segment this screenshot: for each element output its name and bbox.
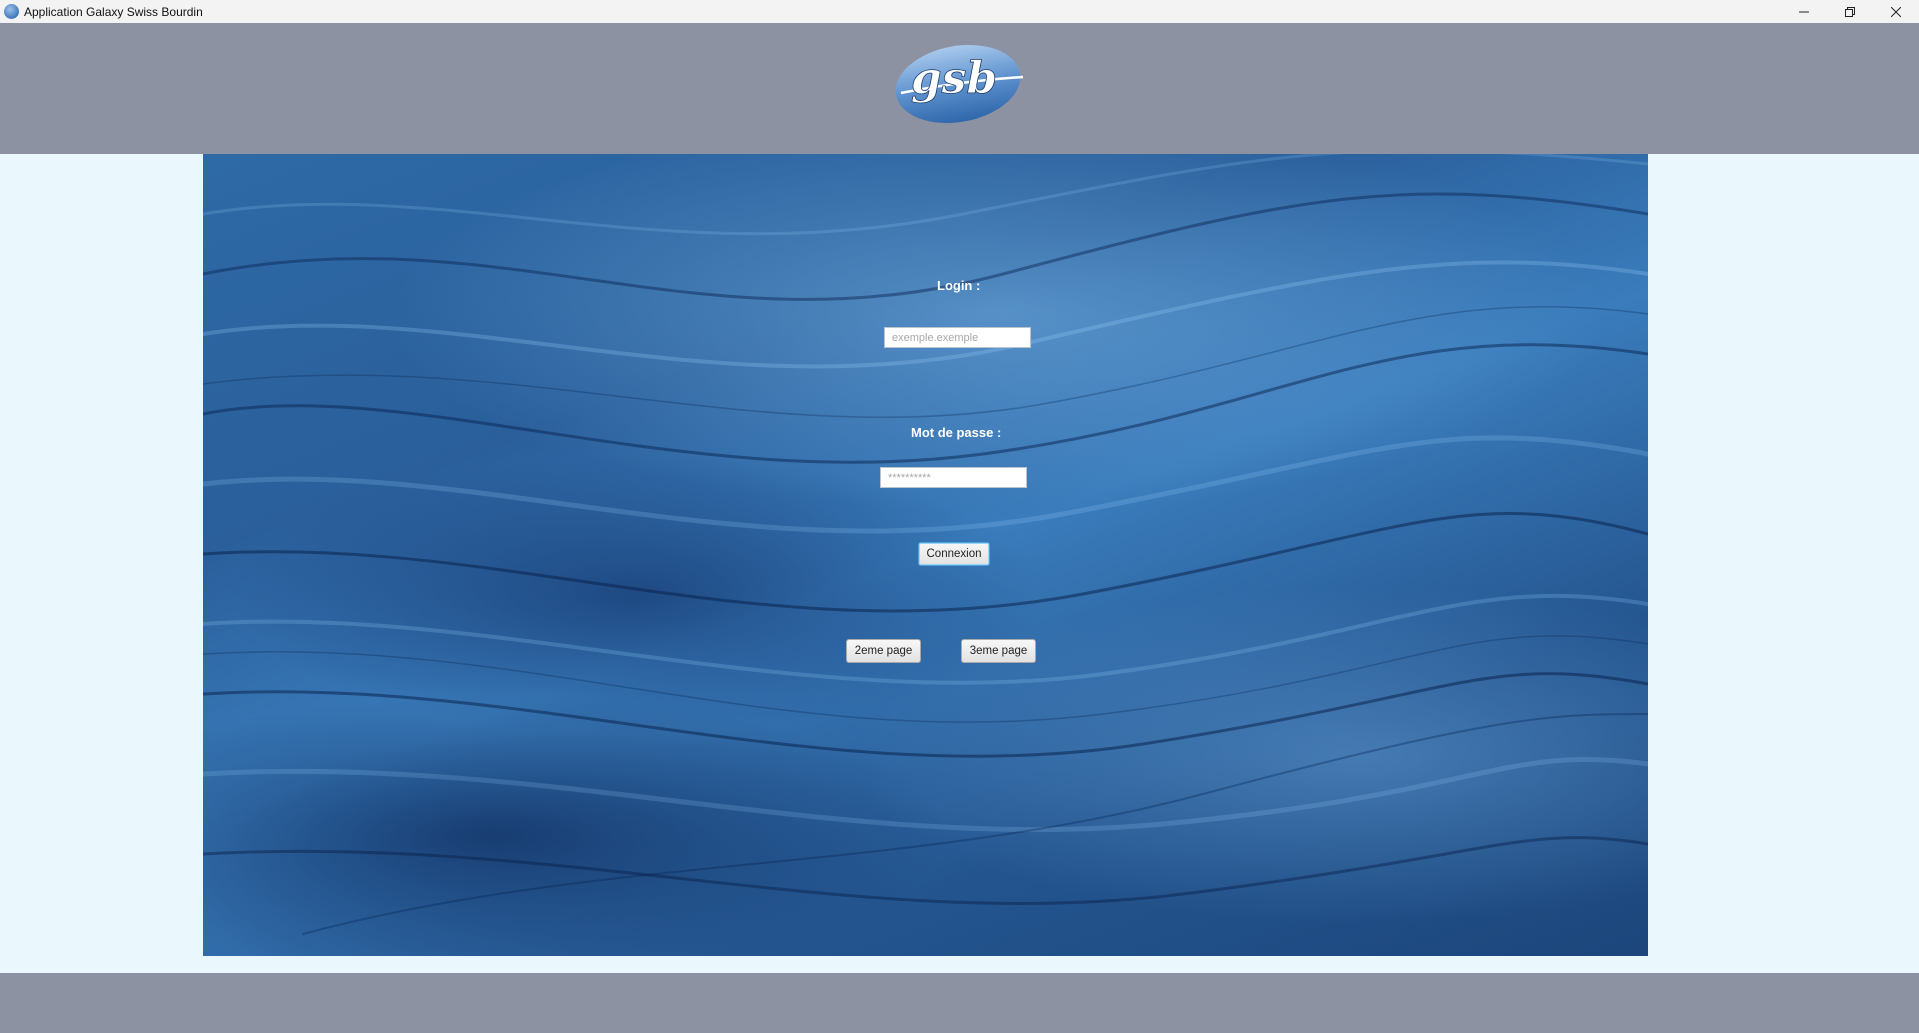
minimize-button[interactable]: [1781, 0, 1827, 23]
restore-icon: [1845, 6, 1855, 17]
page2-button[interactable]: 2eme page: [846, 639, 921, 663]
password-input[interactable]: [880, 467, 1027, 488]
gsb-app-icon: [4, 4, 19, 19]
restore-button[interactable]: [1827, 0, 1873, 23]
login-input[interactable]: [884, 327, 1031, 348]
header-bar: gsb: [0, 23, 1919, 154]
login-label: Login :: [937, 278, 981, 293]
app-window: Application Galaxy Swiss Bourdin gsb Log…: [0, 0, 1919, 1033]
window-controls: [1781, 0, 1919, 23]
close-button[interactable]: [1873, 0, 1919, 23]
password-label: Mot de passe :: [911, 425, 1002, 440]
title-bar: Application Galaxy Swiss Bourdin: [0, 0, 1919, 23]
window-title: Application Galaxy Swiss Bourdin: [24, 4, 203, 19]
minimize-icon: [1799, 11, 1809, 12]
svg-text:gsb: gsb: [911, 53, 997, 104]
content-band: Login : Mot de passe : Connexion 2eme pa…: [0, 154, 1919, 973]
connexion-button[interactable]: Connexion: [918, 542, 990, 566]
footer-bar: [0, 973, 1919, 1033]
login-panel: Login : Mot de passe : Connexion 2eme pa…: [203, 154, 1648, 956]
page3-button[interactable]: 3eme page: [961, 639, 1036, 663]
close-icon: [1891, 6, 1901, 17]
gsb-logo: gsb: [895, 45, 1024, 123]
